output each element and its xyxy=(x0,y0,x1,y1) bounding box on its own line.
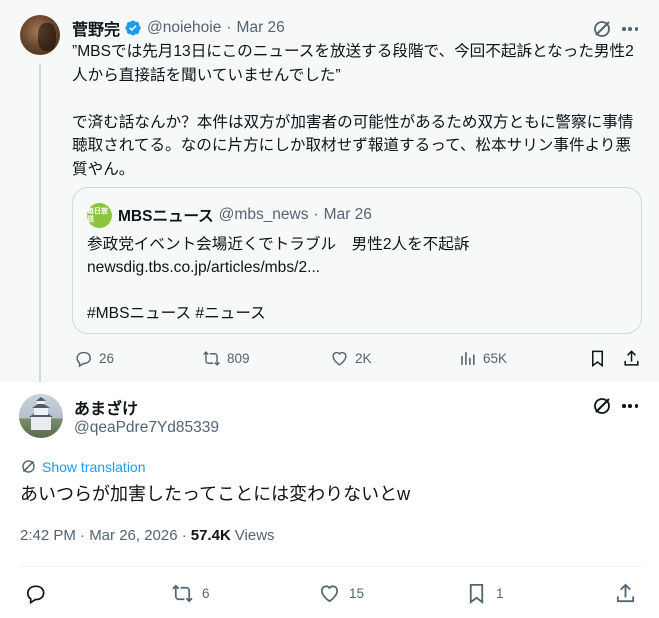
reply-count: 26 xyxy=(99,351,115,366)
quoted-avatar: 毎日放送 xyxy=(87,203,112,228)
tweet-header: 菅野完 @noiehoie · Mar 26 xyxy=(72,17,285,39)
repost-icon xyxy=(203,351,220,366)
bookmark-icon xyxy=(469,583,484,604)
share-button[interactable] xyxy=(622,349,641,368)
avatar[interactable] xyxy=(20,15,60,55)
views-count: 57.4K xyxy=(190,527,231,544)
parent-tweet[interactable]: 菅野完 @noiehoie · Mar 26 ”MBSでは先月13日にこのニュー… xyxy=(0,0,659,382)
bookmark-button[interactable]: 1 xyxy=(465,582,504,605)
share-button[interactable] xyxy=(614,582,637,605)
grok-icon[interactable] xyxy=(592,396,612,416)
heart-icon xyxy=(332,351,347,366)
tweet-text: あいつらが加害したってことには変わりないとw xyxy=(20,484,411,504)
like-count: 2K xyxy=(355,351,372,366)
share-icon xyxy=(624,350,639,366)
show-translation-link[interactable]: Show translation xyxy=(20,458,146,475)
like-button[interactable]: 2K xyxy=(330,349,372,368)
tweet-date[interactable]: Mar 26 xyxy=(237,19,285,37)
verified-badge-icon xyxy=(124,19,142,37)
views-count: 65K xyxy=(483,351,508,366)
heart-icon xyxy=(320,585,339,603)
more-options-icon[interactable] xyxy=(620,19,640,39)
thread-line xyxy=(39,64,41,382)
reply-icon xyxy=(76,351,91,368)
translate-icon xyxy=(22,460,35,473)
author-name[interactable]: 菅野完 xyxy=(72,16,120,40)
tweet-actions: 26 809 2K 65K xyxy=(72,346,642,372)
more-options-icon[interactable] xyxy=(620,396,640,416)
divider xyxy=(20,566,642,567)
repost-icon xyxy=(172,584,193,603)
share-icon xyxy=(616,583,635,603)
separator-dot: · xyxy=(226,19,232,36)
tweet-timestamp[interactable]: 2:42 PM · Mar 26, 2026 · xyxy=(20,527,187,544)
avatar[interactable] xyxy=(19,394,63,438)
reply-button[interactable]: 26 xyxy=(74,349,114,368)
quoted-text: 参政党イベント会場近くでトラブル 男性2人を不起訴 newsdig.tbs.co… xyxy=(87,236,470,322)
reply-button[interactable] xyxy=(24,582,47,605)
author-name[interactable]: あまざけ xyxy=(74,395,138,419)
author-handle[interactable]: @noiehoie xyxy=(147,19,221,37)
quoted-header: MBSニュース @mbs_news · Mar 26 xyxy=(118,204,372,226)
repost-button[interactable]: 809 xyxy=(202,349,250,368)
views-label: Views xyxy=(234,527,275,544)
tweet-actions: 6 15 1 xyxy=(0,580,659,608)
views-button[interactable]: 65K xyxy=(458,349,507,368)
like-button[interactable]: 15 xyxy=(318,582,364,605)
bookmark-button[interactable] xyxy=(588,349,607,368)
reply-icon xyxy=(26,585,45,605)
show-translation-label[interactable]: Show translation xyxy=(42,459,146,475)
bookmark-count: 1 xyxy=(496,586,504,601)
repost-button[interactable]: 6 xyxy=(171,582,210,605)
tweet-text: ”MBSでは先月13日にこのニュースを放送する段階で、今回不起訴となった男性2人… xyxy=(72,43,634,178)
bookmark-icon xyxy=(591,350,604,368)
like-count: 15 xyxy=(349,586,365,601)
quoted-tweet[interactable]: 毎日放送 MBSニュース @mbs_news · Mar 26 参政党イベント会… xyxy=(72,187,642,334)
quoted-handle: @mbs_news xyxy=(218,206,309,223)
repost-count: 809 xyxy=(227,351,250,366)
repost-count: 6 xyxy=(202,586,210,601)
quoted-author-name: MBSニュース xyxy=(118,208,214,225)
author-handle[interactable]: @qeaPdre7Yd85339 xyxy=(74,419,219,437)
tweet-metadata: 2:42 PM · Mar 26, 2026 · 57.4K Views xyxy=(20,527,275,544)
grok-icon[interactable] xyxy=(592,19,612,39)
analytics-icon xyxy=(461,352,475,365)
quoted-date: Mar 26 xyxy=(323,206,372,223)
separator-dot: · xyxy=(313,206,319,223)
